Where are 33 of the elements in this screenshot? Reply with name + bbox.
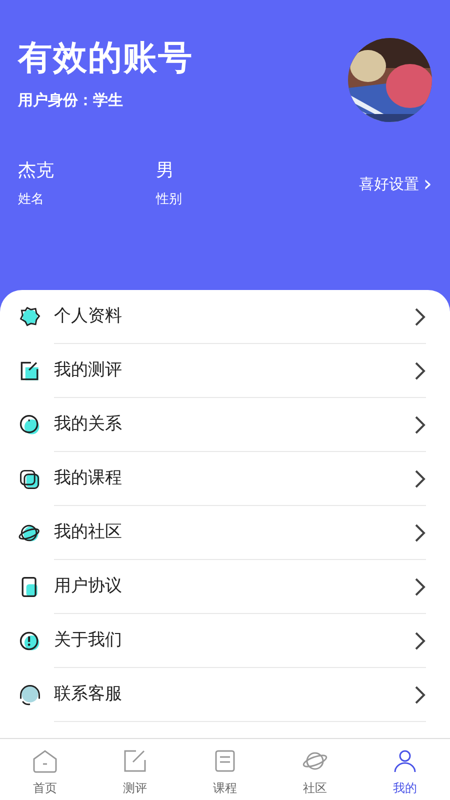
field-value: 杰克 <box>18 160 55 182</box>
field-label: 姓名 <box>18 190 45 209</box>
tab[interactable]: 测评 <box>90 739 180 800</box>
field-label: 性别 <box>156 190 183 209</box>
tab[interactable]: 课程 <box>180 739 270 800</box>
chevron-icon <box>414 576 426 596</box>
chevron-icon <box>414 306 426 326</box>
menu-item[interactable]: 用户协议 <box>54 574 414 600</box>
menu-item[interactable]: 我的社区 <box>54 520 414 546</box>
preferences-link[interactable]: 喜好设置 › <box>359 173 432 196</box>
account-title: 有效的账号 <box>18 38 193 79</box>
menu-item[interactable]: 联系客服 <box>54 682 414 708</box>
user-identity: 用户身份：学生 <box>18 90 124 111</box>
menu-item[interactable]: 我的课程 <box>54 466 414 492</box>
field-value: 男 <box>156 160 175 182</box>
chevron-icon <box>414 414 426 434</box>
chevron-icon <box>414 522 426 542</box>
chevron-icon <box>414 630 426 650</box>
clock-icon <box>18 413 42 437</box>
info-icon <box>18 629 42 653</box>
tab[interactable]: 我的 <box>360 739 450 800</box>
tab[interactable]: 首页 <box>0 739 90 800</box>
menu-item[interactable]: 关于我们 <box>54 628 414 654</box>
headset-icon <box>18 683 42 707</box>
stack-icon <box>18 467 42 491</box>
tab[interactable]: 社区 <box>270 739 360 800</box>
gear-icon <box>18 305 42 329</box>
chevron-icon <box>414 468 426 488</box>
menu-item[interactable]: 我的测评 <box>54 358 414 384</box>
chevron-icon <box>414 684 426 704</box>
chevron-icon <box>414 360 426 380</box>
menu-item[interactable]: 个人资料 <box>54 304 414 330</box>
menu-item[interactable]: 我的关系 <box>54 412 414 438</box>
